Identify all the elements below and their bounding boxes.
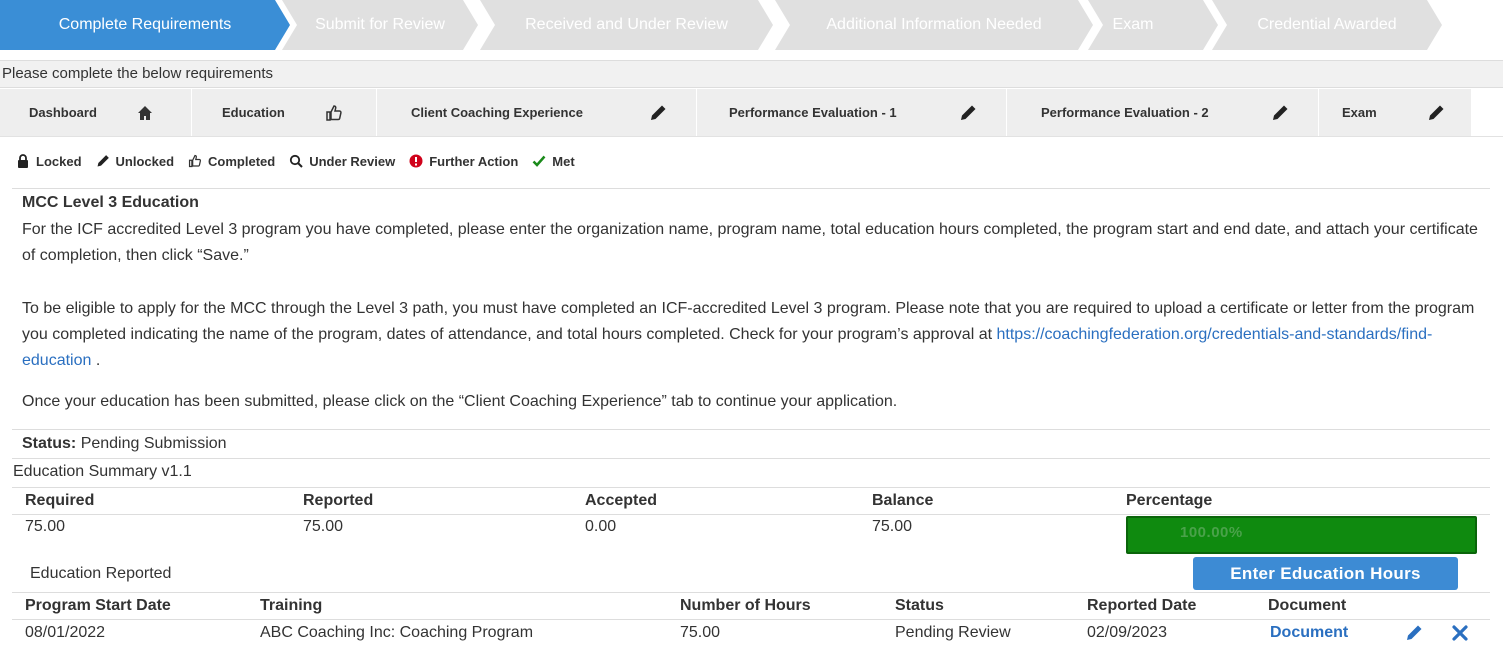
tab-label: Performance Evaluation - 2 <box>1041 105 1209 120</box>
tab-dashboard[interactable]: Dashboard <box>0 89 192 136</box>
status-label: Status: <box>22 435 77 452</box>
step-label: Credential Awarded <box>1257 16 1397 33</box>
step-credential-awarded: Credential Awarded <box>1212 0 1442 50</box>
tab-performance-evaluation-1[interactable]: Performance Evaluation - 1 <box>697 89 1007 136</box>
pencil-icon <box>961 105 976 120</box>
check-icon <box>532 155 546 167</box>
status-value: Pending Submission <box>80 435 227 452</box>
legend-further-action: Further Action <box>409 154 518 169</box>
step-label: Received and Under Review <box>525 16 728 33</box>
legend-met: Met <box>532 153 575 169</box>
summary-accepted-value: 0.00 <box>585 518 617 535</box>
tab-exam[interactable]: Exam <box>1319 89 1472 136</box>
step-submit-for-review: Submit for Review <box>282 0 478 50</box>
table-header-start-date: Program Start Date <box>25 597 171 614</box>
tab-label: Exam <box>1342 105 1377 120</box>
summary-required-value: 75.00 <box>25 518 66 535</box>
requirement-tabs: Dashboard Education Client Coaching Expe… <box>0 89 1503 137</box>
table-header-status: Status <box>895 597 944 614</box>
divider <box>12 458 1490 459</box>
tab-label: Client Coaching Experience <box>411 105 583 120</box>
step-label: Additional Information Needed <box>826 16 1042 33</box>
pencil-icon <box>1273 105 1288 120</box>
tab-label: Dashboard <box>29 105 97 120</box>
summary-reported-value: 75.00 <box>303 518 344 535</box>
summary-header-percentage: Percentage <box>1126 492 1213 509</box>
step-additional-info: Additional Information Needed <box>775 0 1093 50</box>
edit-icon[interactable] <box>1405 624 1423 642</box>
tab-label: Performance Evaluation - 1 <box>729 105 897 120</box>
legend-label: Under Review <box>309 153 396 169</box>
legend-completed: Completed <box>188 154 275 169</box>
pencil-icon <box>1429 105 1444 120</box>
legend-label: Further Action <box>429 153 519 169</box>
step-complete-requirements: Complete Requirements <box>0 0 290 50</box>
table-header-hours: Number of Hours <box>680 597 811 614</box>
legend-label: Completed <box>208 153 276 169</box>
legend-locked: Locked <box>16 154 82 169</box>
thumbs-up-icon <box>188 154 202 168</box>
home-icon <box>138 106 152 120</box>
tab-education[interactable]: Education <box>192 89 377 136</box>
legend-unlocked: Unlocked <box>96 153 175 169</box>
row-start-date: 08/01/2022 <box>25 624 106 641</box>
status-legend: Locked Unlocked Completed Under Review F… <box>16 152 589 170</box>
tab-label: Education <box>222 105 285 120</box>
instructions-paragraph-3: Once your education has been submitted, … <box>22 393 898 410</box>
row-status: Pending Review <box>895 624 1011 641</box>
step-label: Submit for Review <box>315 16 445 33</box>
divider <box>12 429 1490 430</box>
section-title: MCC Level 3 Education <box>22 194 199 211</box>
enter-education-hours-button[interactable]: Enter Education Hours <box>1193 557 1458 590</box>
summary-header-reported: Reported <box>303 492 374 509</box>
legend-label: Locked <box>36 153 82 169</box>
legend-label: Met <box>552 153 575 169</box>
application-status: Status: Pending Submission <box>22 435 227 453</box>
thumbs-up-icon <box>326 105 342 121</box>
table-header-document: Document <box>1268 597 1347 614</box>
progress-steps: Complete Requirements Submit for Review … <box>0 0 1503 50</box>
summary-balance-value: 75.00 <box>872 518 913 535</box>
divider <box>12 487 1490 488</box>
percentage-text: 100.00% <box>1180 524 1243 541</box>
row-reported-date: 02/09/2023 <box>1087 624 1168 641</box>
step-label: Exam <box>1112 16 1154 33</box>
exclamation-icon <box>409 154 423 168</box>
tab-performance-evaluation-2[interactable]: Performance Evaluation - 2 <box>1007 89 1319 136</box>
divider <box>12 592 1490 593</box>
instructions-paragraph-1: For the ICF accredited Level 3 program y… <box>22 221 1478 264</box>
lock-icon <box>18 154 28 168</box>
education-reported-title: Education Reported <box>30 565 172 582</box>
search-icon <box>290 154 303 168</box>
row-hours: 75.00 <box>680 624 721 641</box>
step-label: Complete Requirements <box>58 16 232 33</box>
table-header-training: Training <box>260 597 323 614</box>
paragraph-end: . <box>91 352 101 369</box>
document-link[interactable]: Document <box>1270 624 1348 642</box>
summary-header-balance: Balance <box>872 492 934 509</box>
divider <box>12 188 1490 189</box>
tab-client-coaching-experience[interactable]: Client Coaching Experience <box>377 89 697 136</box>
summary-header-required: Required <box>25 492 95 509</box>
step-exam: Exam <box>1088 0 1218 50</box>
legend-label: Unlocked <box>115 153 175 169</box>
table-header-reported-date: Reported Date <box>1087 597 1197 614</box>
divider <box>12 514 1490 515</box>
instruction-bar: Please complete the below requirements <box>0 60 1503 88</box>
divider <box>12 619 1490 620</box>
percentage-progress-bar: 100.00% <box>1126 516 1477 554</box>
step-received-under-review: Received and Under Review <box>480 0 773 50</box>
pencil-icon <box>97 155 109 167</box>
legend-under-review: Under Review <box>289 154 395 169</box>
row-training: ABC Coaching Inc: Coaching Program <box>260 624 534 641</box>
delete-icon[interactable] <box>1451 624 1469 642</box>
education-summary-title: Education Summary v1.1 <box>13 463 192 480</box>
instructions-paragraph-2: To be eligible to apply for the MCC thro… <box>22 296 1482 374</box>
pencil-icon <box>651 105 666 120</box>
summary-header-accepted: Accepted <box>585 492 658 509</box>
